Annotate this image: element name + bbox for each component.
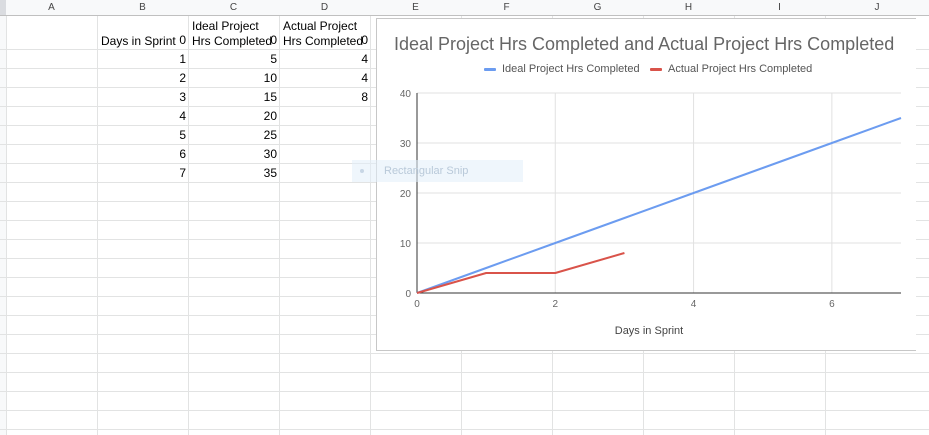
x-tick-label: 2 <box>553 299 559 310</box>
y-tick-label: 30 <box>400 139 412 150</box>
column-header-c[interactable]: C <box>188 0 279 15</box>
column-header-j[interactable]: J <box>825 0 929 15</box>
series-line-ideal <box>416 117 902 294</box>
cell-days[interactable]: 4 <box>106 110 186 123</box>
cell-ideal[interactable]: 10 <box>197 72 277 85</box>
cell-days[interactable]: 3 <box>106 91 186 104</box>
rectangular-snip-overlay[interactable]: Rectangular Snip <box>352 160 523 182</box>
header-actual-line1[interactable]: Actual Project <box>283 20 357 33</box>
column-header-i[interactable]: I <box>734 0 825 15</box>
cell-days[interactable]: 1 <box>106 53 186 66</box>
column-header-d[interactable]: D <box>279 0 370 15</box>
y-tick-label: 10 <box>400 239 412 250</box>
chart[interactable]: Ideal Project Hrs Completed and Actual P… <box>376 18 916 351</box>
cell-actual[interactable]: 4 <box>288 72 368 85</box>
cell-ideal[interactable]: 30 <box>197 148 277 161</box>
column-header-h[interactable]: H <box>643 0 734 15</box>
cell-days[interactable]: 5 <box>106 129 186 142</box>
column-header-f[interactable]: F <box>461 0 552 15</box>
column-header-g[interactable]: G <box>552 0 643 15</box>
x-tick-label: 6 <box>829 299 835 310</box>
plot-area: 0 10 20 30 40 0 2 4 6 Days in Sprint <box>400 89 902 337</box>
cell-days[interactable]: 2 <box>106 72 186 85</box>
cell-days[interactable]: 6 <box>106 148 186 161</box>
cell-actual[interactable]: 0 <box>288 34 368 47</box>
cell-ideal[interactable]: 25 <box>197 129 277 142</box>
column-header-e[interactable]: E <box>370 0 461 15</box>
snip-icon <box>360 169 364 173</box>
cell-ideal[interactable]: 20 <box>197 110 277 123</box>
y-tick-label: 20 <box>400 189 412 200</box>
cell-actual[interactable]: 8 <box>288 91 368 104</box>
column-header-b[interactable]: B <box>97 0 188 15</box>
y-tick-label: 40 <box>400 89 412 100</box>
y-tick-label: 0 <box>405 289 411 300</box>
snip-label: Rectangular Snip <box>384 165 469 177</box>
column-header-a[interactable]: A <box>6 0 97 15</box>
cell-days[interactable]: 0 <box>106 34 186 47</box>
cell-days[interactable]: 7 <box>106 167 186 180</box>
series-line-actual <box>416 252 625 294</box>
cell-ideal[interactable]: 15 <box>197 91 277 104</box>
cell-actual[interactable]: 4 <box>288 53 368 66</box>
x-tick-label: 4 <box>691 299 697 310</box>
cell-ideal[interactable]: 35 <box>197 167 277 180</box>
cell-ideal[interactable]: 0 <box>197 34 277 47</box>
cell-ideal[interactable]: 5 <box>197 53 277 66</box>
x-tick-label: 0 <box>414 299 420 310</box>
x-axis-label: Days in Sprint <box>615 325 683 337</box>
header-ideal-line1[interactable]: Ideal Project <box>192 20 259 33</box>
